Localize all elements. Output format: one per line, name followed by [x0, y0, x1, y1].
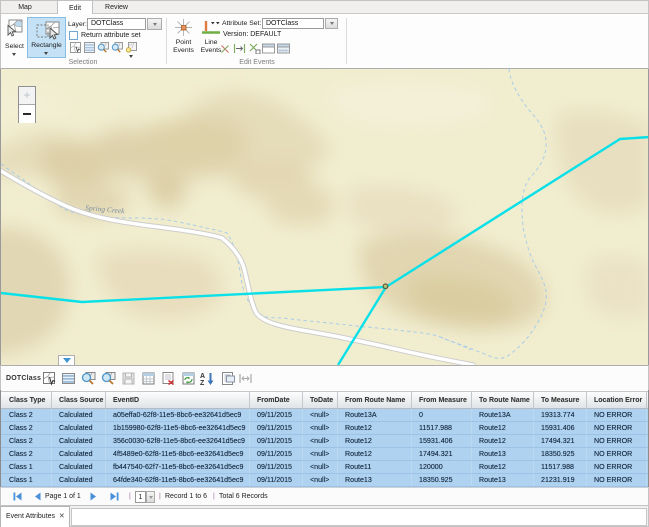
svg-text:Z: Z	[200, 380, 205, 386]
svg-text:A: A	[200, 373, 205, 380]
